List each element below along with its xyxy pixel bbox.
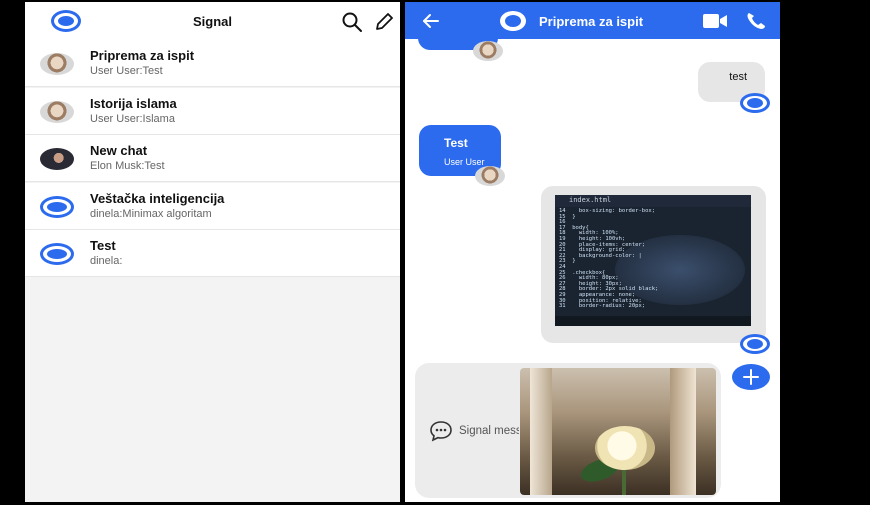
add-attachment-button[interactable] xyxy=(732,364,770,390)
conversation-title: Priprema za ispit xyxy=(539,14,644,29)
code-editor-toolbar xyxy=(555,316,751,326)
chat-preview: User User:Test xyxy=(90,65,163,77)
chat-name: Priprema za ispit xyxy=(90,48,195,63)
chat-preview: dinela:Minimax algoritam xyxy=(90,208,212,220)
signal-avatar-icon xyxy=(40,196,74,218)
message-sender: User User xyxy=(444,157,485,167)
message-composer[interactable]: Signal message xyxy=(415,363,721,498)
video-camera-icon[interactable] xyxy=(702,12,728,30)
plus-icon xyxy=(743,369,759,385)
avatar xyxy=(473,41,503,61)
chat-list-item[interactable]: Istorija islama User User:Islama xyxy=(25,88,400,135)
chat-bubble-icon xyxy=(430,421,452,442)
screen: Signal Priprema za ispit User User:Test … xyxy=(0,0,870,505)
chat-list-item[interactable]: Priprema za ispit User User:Test xyxy=(25,40,400,87)
photo-pillar xyxy=(530,368,552,495)
code-text: 14 box-sizing: border-box; 15 } 16 17 bo… xyxy=(559,208,659,310)
signal-logo-icon xyxy=(500,11,526,31)
code-editor-tab: index.html xyxy=(555,195,751,207)
avatar xyxy=(475,166,505,186)
message-text: Test xyxy=(444,136,468,150)
chat-list-item[interactable]: New chat Elon Musk:Test xyxy=(25,135,400,182)
chat-preview: dinela: xyxy=(90,255,123,267)
avatar xyxy=(40,148,74,170)
chat-list-item[interactable]: Test dinela: xyxy=(25,230,400,277)
chat-name: Veštačka inteligencija xyxy=(90,191,225,206)
phone-icon[interactable] xyxy=(745,11,767,31)
signal-avatar-icon xyxy=(740,334,770,354)
attached-photo[interactable] xyxy=(520,368,716,495)
chat-list-panel: Signal Priprema za ispit User User:Test … xyxy=(25,2,400,502)
arrow-left-icon[interactable] xyxy=(421,11,441,31)
chat-list-header: Signal xyxy=(25,2,400,40)
conversation-panel: Priprema za ispit test Test User User in… xyxy=(405,2,780,502)
photo-pillar xyxy=(670,368,696,495)
code-screenshot-image: index.html 14 box-sizing: border-box; 15… xyxy=(555,195,751,326)
message-text: test xyxy=(729,71,747,83)
chat-name: New chat xyxy=(90,143,148,158)
code-filename: index.html xyxy=(569,196,612,204)
chat-list-item[interactable]: Veštačka inteligencija dinela:Minimax al… xyxy=(25,183,400,230)
avatar xyxy=(40,101,74,123)
chat-name: Istorija islama xyxy=(90,96,177,111)
signal-avatar-icon xyxy=(40,243,74,265)
message-input-placeholder[interactable]: Signal message xyxy=(459,425,519,439)
chat-preview: User User:Islama xyxy=(90,113,175,125)
signal-avatar-icon xyxy=(740,93,770,113)
search-icon[interactable] xyxy=(341,11,363,33)
chat-preview: Elon Musk:Test xyxy=(90,160,165,172)
conversation-header: Priprema za ispit xyxy=(405,2,780,39)
avatar xyxy=(40,53,74,75)
photo-rose xyxy=(595,426,655,470)
chat-name: Test xyxy=(90,238,116,253)
pencil-icon[interactable] xyxy=(373,11,395,33)
